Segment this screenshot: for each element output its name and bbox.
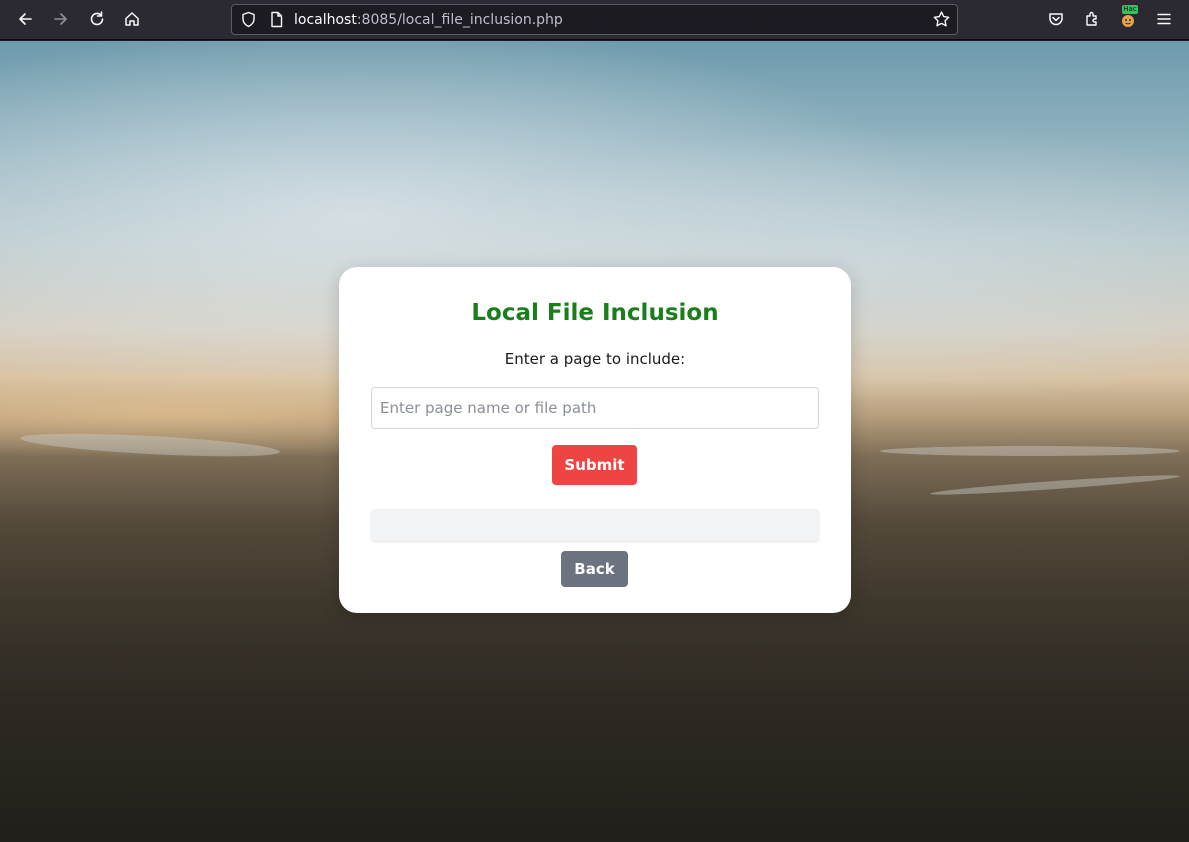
page-title: Local File Inclusion <box>471 300 719 326</box>
lfi-form-card: Local File Inclusion Enter a page to inc… <box>339 267 851 613</box>
back-button-page[interactable]: Back <box>561 551 628 587</box>
reload-button[interactable] <box>82 4 112 34</box>
background-river <box>880 446 1180 456</box>
url-host: localhost <box>294 12 357 28</box>
menu-button[interactable] <box>1149 4 1179 34</box>
home-icon <box>125 12 139 26</box>
home-button[interactable] <box>117 4 147 34</box>
star-icon[interactable] <box>932 10 951 29</box>
page-icon[interactable] <box>268 11 285 28</box>
pocket-button[interactable] <box>1041 4 1071 34</box>
input-prompt: Enter a page to include: <box>504 350 686 368</box>
back-button[interactable] <box>10 4 40 34</box>
forward-button[interactable] <box>46 4 76 34</box>
forward-arrow-icon <box>54 13 67 25</box>
page-path-input[interactable] <box>371 387 819 429</box>
extensions-icon <box>1086 11 1097 26</box>
back-arrow-icon <box>19 13 32 25</box>
address-bar[interactable]: localhost:8085/local_file_inclusion.php <box>231 4 958 35</box>
page-background: Local File Inclusion Enter a page to inc… <box>0 41 1189 842</box>
url-path: :8085/local_file_inclusion.php <box>356 12 563 28</box>
menu-icon <box>1157 13 1171 25</box>
include-result-box <box>371 509 819 541</box>
background-river <box>930 472 1180 498</box>
browser-toolbar: localhost:8085/local_file_inclusion.php … <box>0 0 1189 40</box>
url-text[interactable]: localhost:8085/local_file_inclusion.php <box>294 12 563 28</box>
extensions-button[interactable] <box>1077 4 1107 34</box>
submit-button[interactable]: Submit <box>552 445 637 485</box>
pocket-icon <box>1049 13 1063 26</box>
shield-icon[interactable] <box>240 11 257 28</box>
reload-icon <box>90 11 104 26</box>
extension-badge: Hac <box>1122 5 1138 14</box>
